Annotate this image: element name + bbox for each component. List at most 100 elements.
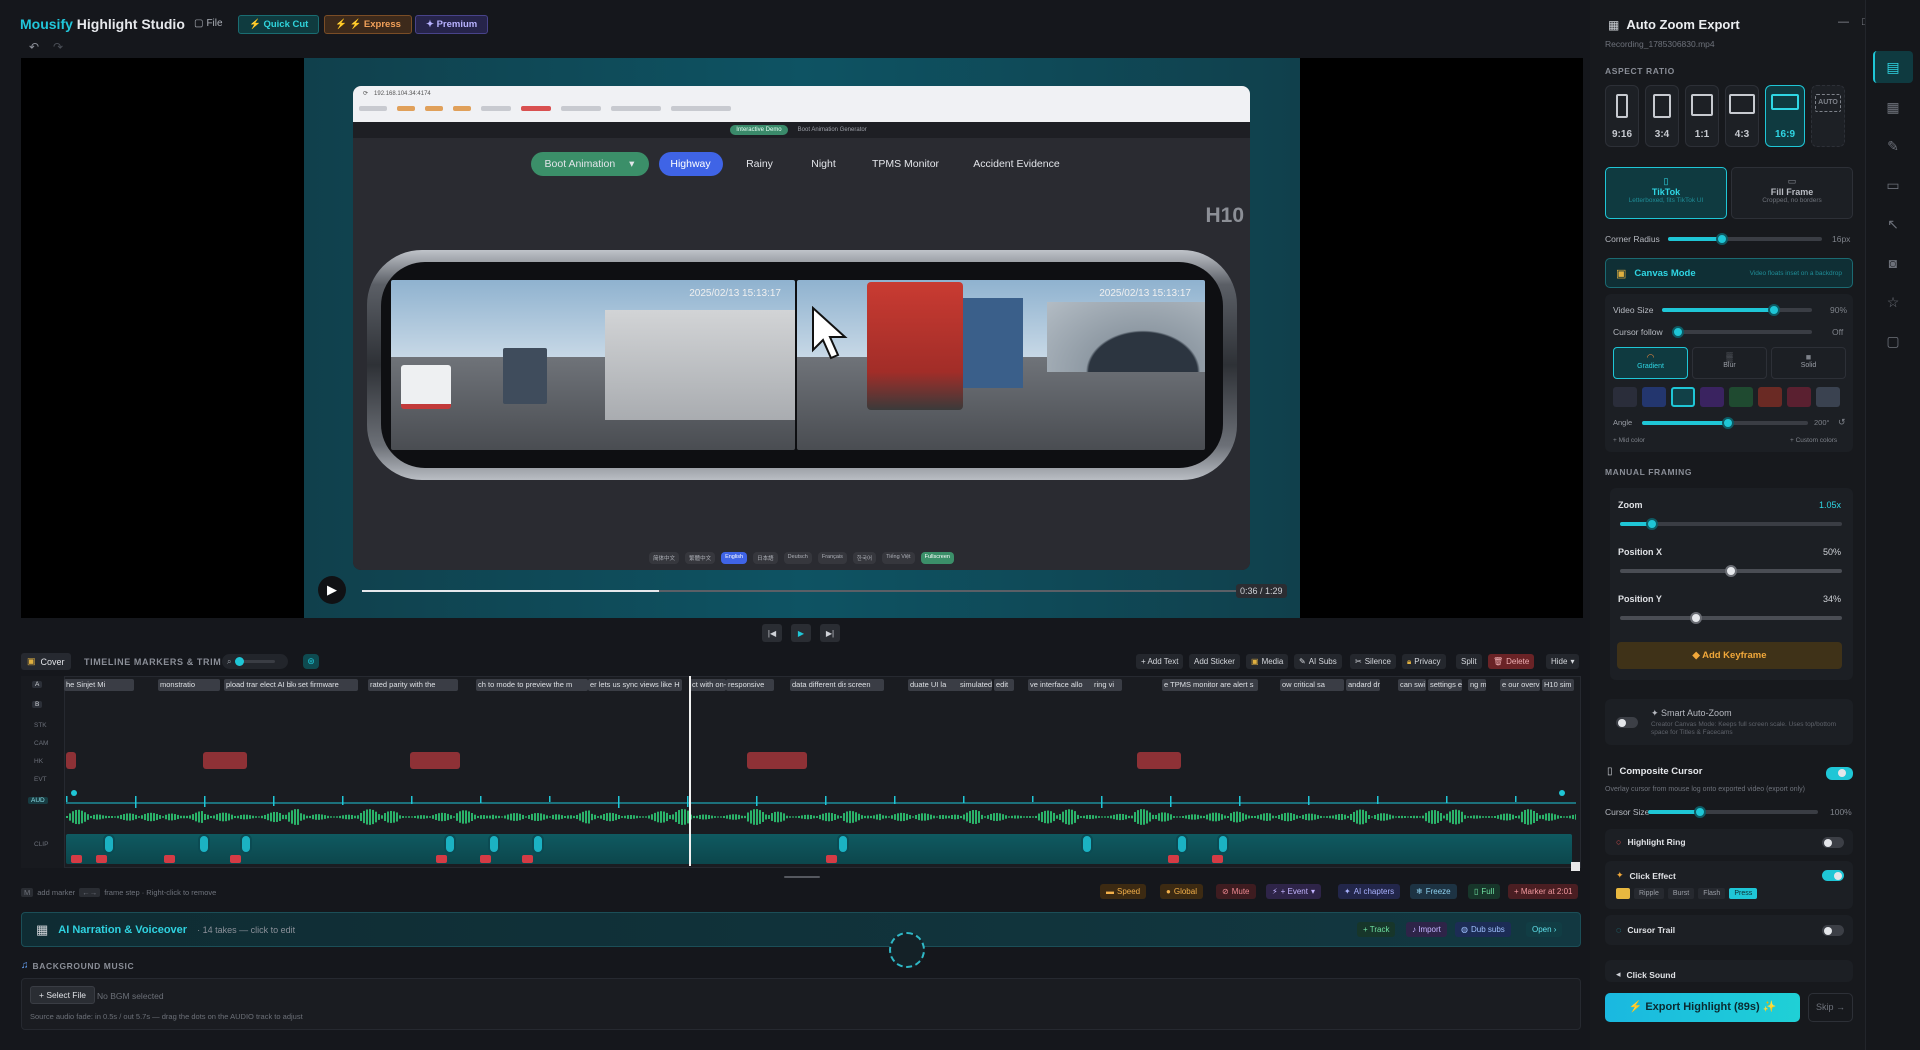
calendar-icon[interactable]: ▢ <box>1883 331 1903 351</box>
ai-subs-button[interactable]: ✎ AI Subs <box>1294 654 1342 669</box>
effect-color-swatch[interactable] <box>1616 888 1630 899</box>
timeline-marker[interactable]: rated parity with the <box>368 679 458 691</box>
lane-a[interactable]: A <box>32 681 43 688</box>
timeline-zoom[interactable]: ⌕ <box>222 654 288 669</box>
cursor-size-slider[interactable] <box>1648 806 1818 818</box>
playhead[interactable] <box>689 676 691 866</box>
zoom-keyframe-handle[interactable] <box>1217 834 1229 854</box>
narration-bar[interactable]: ▦ AI Narration & Voiceover · 14 takes — … <box>21 912 1581 947</box>
zoom-keyframe-handle[interactable] <box>444 834 456 854</box>
highlight-ring-toggle[interactable] <box>1822 837 1844 848</box>
preview-progress-track[interactable] <box>362 590 1236 592</box>
swatch[interactable] <box>1700 387 1724 407</box>
resize-handle[interactable] <box>1571 862 1580 871</box>
event-tag[interactable] <box>1168 855 1179 863</box>
composite-cursor-toggle[interactable] <box>1826 767 1853 780</box>
express-button[interactable]: ⚡ ⚡ Express <box>324 15 412 34</box>
hotkey-event[interactable] <box>66 752 76 769</box>
event-tag[interactable] <box>96 855 107 863</box>
event-tag[interactable] <box>1212 855 1223 863</box>
hotkey-event[interactable] <box>203 752 247 769</box>
zoom-keyframe-handle[interactable] <box>1081 834 1093 854</box>
redo-icon[interactable]: ↷ <box>51 40 65 54</box>
timeline-marker[interactable]: ring vi <box>1092 679 1122 691</box>
timeline-marker[interactable]: ch to mode to preview the m <box>476 679 588 691</box>
timeline-marker[interactable]: edit <box>994 679 1014 691</box>
timeline-marker[interactable]: simulated <box>958 679 992 691</box>
timeline-marker[interactable]: ct with on- <box>690 679 726 691</box>
video-icon[interactable]: ▭ <box>1883 175 1903 195</box>
play-button[interactable]: ▶ <box>318 576 346 604</box>
undo-icon[interactable]: ↶ <box>27 40 41 54</box>
panel-divider[interactable] <box>784 876 820 878</box>
lane-b[interactable]: B <box>32 701 43 708</box>
effect-burst[interactable]: Burst <box>1667 888 1695 899</box>
cursor-follow-slider[interactable] <box>1672 326 1812 338</box>
premium-button[interactable]: ✦ Premium <box>415 15 489 34</box>
timeline-marker[interactable]: ve interface allo <box>1028 679 1096 691</box>
star-icon[interactable]: ☆ <box>1883 292 1903 312</box>
click-effect-toggle[interactable] <box>1822 870 1844 881</box>
zoom-keyframe-handle[interactable] <box>837 834 849 854</box>
ratio-4-3[interactable]: 4:3 <box>1725 85 1759 147</box>
timeline-marker[interactable]: ng mo <box>1468 679 1486 691</box>
add-keyframe-button[interactable]: ◆ Add Keyframe <box>1617 642 1842 669</box>
magnet-icon[interactable]: ⊛ <box>303 654 319 669</box>
timeline-marker[interactable]: can swi <box>1398 679 1426 691</box>
file-menu[interactable]: ▢ File <box>194 18 223 29</box>
cursor-trail-toggle[interactable] <box>1822 925 1844 936</box>
swatch[interactable] <box>1816 387 1840 407</box>
swatch-selected[interactable] <box>1671 387 1695 407</box>
effect-flash[interactable]: Flash <box>1698 888 1726 899</box>
import-button[interactable]: ♪ Import <box>1406 922 1447 937</box>
pointer-icon[interactable]: ↖ <box>1883 214 1903 234</box>
timeline-marker[interactable]: screen <box>846 679 884 691</box>
document-icon[interactable]: ▤ <box>1883 57 1903 77</box>
zoom-keyframe-handle[interactable] <box>1176 834 1188 854</box>
full-button[interactable]: ▯ Full <box>1468 884 1501 899</box>
clip-track[interactable] <box>66 834 1572 864</box>
timeline-marker[interactable]: elect AI backd <box>258 679 290 691</box>
timeline-marker[interactable]: H10 sim <box>1542 679 1574 691</box>
event-tag[interactable] <box>71 855 82 863</box>
audio-waveform[interactable] <box>66 786 1576 826</box>
reset-icon[interactable]: ↺ <box>1838 417 1846 428</box>
video-size-slider[interactable] <box>1662 304 1812 316</box>
timeline-marker[interactable]: monstratio <box>158 679 220 691</box>
zoom-slider[interactable] <box>1620 518 1842 530</box>
speed-button[interactable]: ▬ Speed <box>1100 884 1147 899</box>
ai-chapters-button[interactable]: ✦ AI chapters <box>1338 884 1401 899</box>
swatch[interactable] <box>1642 387 1666 407</box>
open-narration-button[interactable]: Open › <box>1526 922 1563 937</box>
add-track-button[interactable]: + Track <box>1357 922 1396 937</box>
pen-icon[interactable]: ✎ <box>1883 136 1903 156</box>
timeline-marker[interactable]: settings ex <box>1428 679 1462 691</box>
mid-color-button[interactable]: + Mid color <box>1613 437 1645 444</box>
zoom-keyframe-handle[interactable] <box>103 834 115 854</box>
layout-icon[interactable]: ▦ <box>1883 97 1903 117</box>
smart-auto-zoom-toggle[interactable] <box>1616 717 1638 728</box>
effect-ripple[interactable]: Ripple <box>1634 888 1664 899</box>
timeline-marker[interactable]: he Sinjet Mi <box>64 679 134 691</box>
skip-button[interactable]: Skip → <box>1808 993 1853 1022</box>
swatch[interactable] <box>1613 387 1637 407</box>
timeline-marker[interactable]: e TPMS monitor are alert s <box>1162 679 1258 691</box>
lane-aud[interactable]: AUD <box>28 797 48 804</box>
add-text-button[interactable]: + Add Text <box>1136 654 1184 669</box>
bg-gradient-button[interactable]: ◠ Gradient <box>1613 347 1688 379</box>
global-button[interactable]: ● Global <box>1160 884 1203 899</box>
angle-slider[interactable] <box>1642 417 1808 429</box>
custom-colors-button[interactable]: + Custom colors <box>1790 437 1837 444</box>
split-button[interactable]: Split <box>1456 654 1482 669</box>
zoom-keyframe-handle[interactable] <box>198 834 210 854</box>
timeline-marker[interactable]: e our overvi <box>1500 679 1540 691</box>
event-tag[interactable] <box>230 855 241 863</box>
timeline-marker[interactable]: er lets us sync views like H <box>588 679 682 691</box>
timeline-marker[interactable]: andard drive <box>1346 679 1380 691</box>
corner-radius-slider[interactable] <box>1668 233 1822 245</box>
fill-frame-button[interactable]: ▭ Fill Frame Cropped, no borders <box>1731 167 1853 219</box>
event-tag[interactable] <box>164 855 175 863</box>
ratio-auto[interactable]: AUTO <box>1811 85 1845 147</box>
add-sticker-button[interactable]: Add Sticker <box>1189 654 1240 669</box>
hotkey-event[interactable] <box>747 752 807 769</box>
